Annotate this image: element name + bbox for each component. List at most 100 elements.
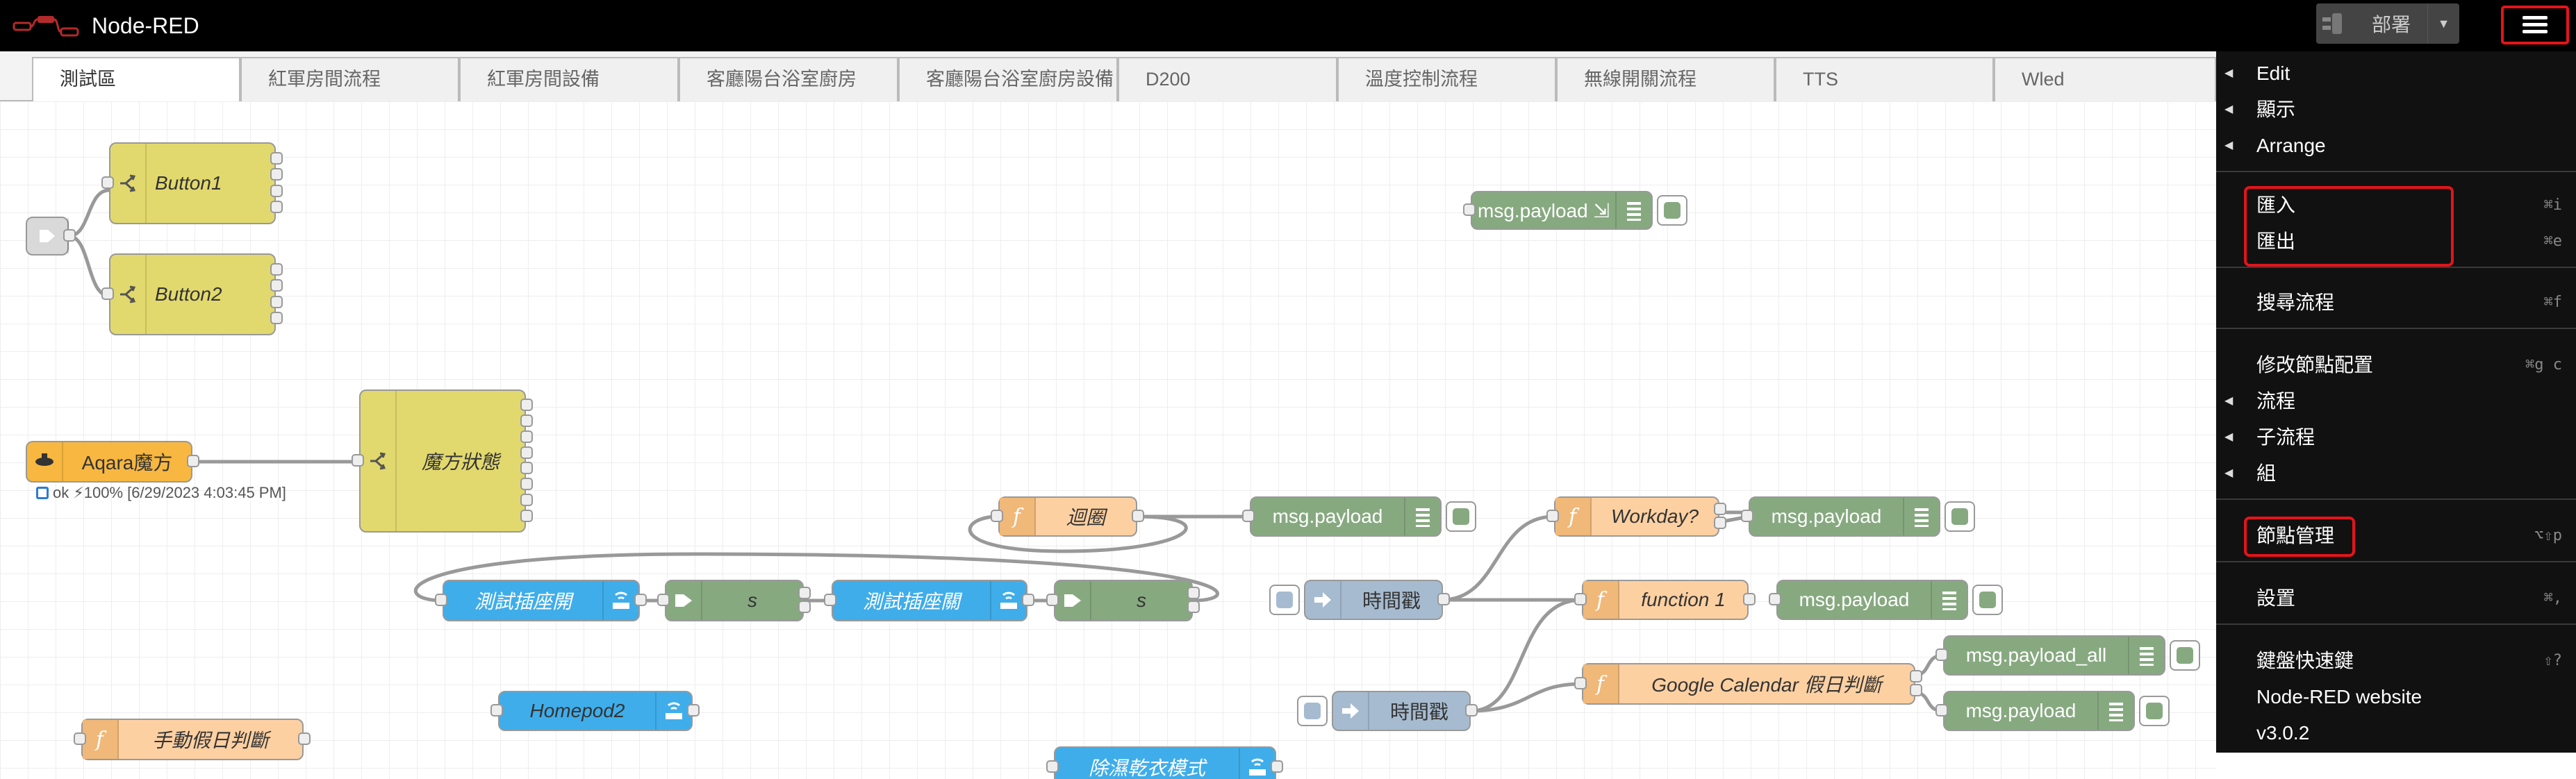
button2-switch-node[interactable]: Button2 — [109, 253, 276, 335]
s-node-1-output-port[interactable] — [798, 601, 811, 613]
msg-payload-debug-loop-input-port[interactable] — [1242, 510, 1255, 522]
manual-holiday-function-node[interactable]: f 手動假日判斷 — [81, 719, 304, 760]
function1-node[interactable]: f function 1 — [1582, 580, 1749, 620]
timestamp-inject-node-2-output-port[interactable] — [1465, 704, 1478, 717]
google-calendar-function-node-output-port[interactable] — [1910, 684, 1922, 696]
deploy-caret-icon[interactable]: ▼ — [2427, 3, 2459, 44]
wire-button-to-button2[interactable] — [68, 234, 110, 298]
msg-payload-debug-function1-input-port[interactable] — [1769, 593, 1781, 605]
menu-item-settings[interactable]: 設置 ⌘, — [2216, 580, 2576, 617]
tab-red-room-devices[interactable]: 紅軍房間設備 — [459, 57, 679, 101]
msg-payload-debug-workday[interactable]: msg.payload — [1749, 496, 1940, 537]
button2-switch-node-input-port[interactable] — [101, 287, 114, 300]
s-node-2[interactable]: s — [1054, 580, 1193, 621]
button1-switch-node-output-port[interactable] — [270, 151, 283, 165]
msg-payload-debug-workday-input-port[interactable] — [1741, 510, 1753, 522]
homepod-node[interactable]: Homepod2 — [498, 691, 693, 731]
manual-holiday-function-node-output-port[interactable] — [298, 732, 311, 745]
google-calendar-function-node-output-port[interactable] — [1910, 670, 1922, 682]
magic-state-switch-node-output-port[interactable] — [520, 494, 533, 507]
msg-payload-debug-loop[interactable]: msg.payload — [1250, 496, 1442, 537]
msg-payload-debug-calendar[interactable]: msg.payload — [1943, 691, 2135, 731]
s-node-2-input-port[interactable] — [1046, 594, 1059, 606]
homepod-node-input-port[interactable] — [490, 704, 503, 717]
tab-living-room-devices[interactable]: 客廳陽台浴室廚房設備 — [898, 57, 1118, 101]
msg-payload-debug-workday-toggle-button[interactable] — [1945, 501, 1975, 532]
tab-wled[interactable]: Wled — [1994, 57, 2216, 101]
msg-payload-debug-top[interactable]: msg.payload ⇲ — [1471, 191, 1653, 230]
test-socket-off-node-input-port[interactable] — [824, 594, 836, 606]
button1-switch-node-input-port[interactable] — [101, 176, 114, 189]
dehumid-mode-node-input-port[interactable] — [1046, 760, 1059, 773]
tab-test-area[interactable]: 測試區 — [32, 57, 240, 103]
s-node-1[interactable]: s — [665, 580, 804, 621]
timestamp-inject-node-2-trigger-button[interactable] — [1297, 696, 1328, 726]
button-source-node[interactable]: s — [26, 217, 69, 256]
timestamp-inject-node-1[interactable]: 時間戳 — [1304, 580, 1443, 620]
tab-living-room[interactable]: 客廳陽台浴室廚房 — [679, 57, 898, 101]
msg-payload-debug-calendar-toggle-button[interactable] — [2139, 696, 2170, 726]
button2-switch-node-output-port[interactable] — [270, 312, 283, 325]
magic-state-switch-node-output-port[interactable] — [520, 462, 533, 475]
homepod-node-output-port[interactable] — [687, 704, 700, 717]
workday-function-node-output-port[interactable] — [1714, 516, 1726, 529]
tab-d200[interactable]: D200 — [1118, 57, 1337, 101]
workday-function-node-input-port[interactable] — [1546, 510, 1559, 522]
s-node-1-output-port[interactable] — [798, 587, 811, 599]
test-socket-off-node-output-port[interactable] — [1022, 594, 1034, 606]
dehumid-mode-node-output-port[interactable] — [1271, 760, 1283, 773]
s-node-1-input-port[interactable] — [657, 594, 670, 606]
test-socket-on-node-input-port[interactable] — [435, 594, 447, 606]
tab-wireless-switch-flow[interactable]: 無線開關流程 — [1556, 57, 1775, 101]
loop-function-node[interactable]: f 迴圈 — [998, 496, 1137, 537]
msg-payload-all-debug-input-port[interactable] — [1935, 648, 1948, 661]
aqara-node-output-port[interactable] — [187, 455, 199, 467]
timestamp-inject-node-1-output-port[interactable] — [1437, 593, 1450, 605]
button1-switch-node-output-port[interactable] — [270, 168, 283, 181]
tab-temperature-flow[interactable]: 溫度控制流程 — [1337, 57, 1556, 101]
loop-function-node-output-port[interactable] — [1132, 510, 1144, 522]
timestamp-inject-node-2[interactable]: 時間戳 — [1332, 691, 1471, 731]
tab-red-room-flow[interactable]: 紅軍房間流程 — [240, 57, 459, 101]
tab-tts[interactable]: TTS — [1775, 57, 1994, 101]
s-node-2-output-port[interactable] — [1187, 601, 1200, 613]
msg-payload-all-debug[interactable]: msg.payload_all — [1943, 635, 2165, 676]
function1-node-output-port[interactable] — [1743, 593, 1756, 605]
msg-payload-debug-calendar-input-port[interactable] — [1935, 704, 1948, 717]
workday-function-node-output-port[interactable] — [1714, 503, 1726, 516]
google-calendar-function-node-input-port[interactable] — [1574, 677, 1587, 689]
magic-state-switch-node-output-port[interactable] — [520, 430, 533, 443]
magic-state-switch-node-output-port[interactable] — [520, 446, 533, 459]
magic-state-switch-node-output-port[interactable] — [520, 414, 533, 427]
timestamp-inject-node-1-trigger-button[interactable] — [1269, 585, 1300, 615]
magic-state-switch-node[interactable]: 魔方狀態 — [359, 390, 526, 533]
flow-canvas[interactable]: Button1 Button2 s Aqara魔方 魔方狀態 msg.payload ⇲ f… — [0, 101, 2216, 779]
button1-switch-node[interactable]: Button1 — [109, 142, 276, 224]
magic-state-switch-node-output-port[interactable] — [520, 398, 533, 411]
button1-switch-node-output-port[interactable] — [270, 184, 283, 197]
dehumid-mode-node[interactable]: 除濕乾衣模式 — [1054, 746, 1276, 779]
menu-item-arrange[interactable]: ◀ Arrange — [2216, 128, 2576, 164]
function1-node-input-port[interactable] — [1574, 593, 1587, 605]
button2-switch-node-output-port[interactable] — [270, 262, 283, 276]
test-socket-off-node[interactable]: 測試插座關 — [832, 580, 1027, 621]
msg-payload-debug-top-toggle-button[interactable] — [1657, 195, 1687, 226]
menu-item-groups[interactable]: ◀ 組 — [2216, 455, 2576, 492]
s-node-2-output-port[interactable] — [1187, 587, 1200, 599]
msg-payload-debug-function1[interactable]: msg.payload — [1776, 580, 1968, 620]
wire-button-to-button1[interactable] — [68, 188, 110, 238]
main-menu-button[interactable] — [2501, 6, 2569, 44]
msg-payload-all-debug-toggle-button[interactable] — [2170, 640, 2200, 671]
loop-function-node-input-port[interactable] — [991, 510, 1003, 522]
menu-item-search[interactable]: 搜尋流程 ⌘f — [2216, 285, 2576, 321]
test-socket-on-node[interactable]: 測試插座開 — [443, 580, 640, 621]
menu-item-edit[interactable]: ◀ Edit — [2216, 56, 2576, 92]
google-calendar-function-node[interactable]: f Google Calendar 假日判斷 — [1582, 663, 1915, 705]
msg-payload-debug-top-input-port[interactable] — [1463, 203, 1476, 216]
aqara-node[interactable]: Aqara魔方 — [26, 441, 192, 483]
deploy-button[interactable]: 部署 ▼ — [2316, 3, 2459, 44]
menu-item-config-nodes[interactable]: 修改節點配置 ⌘g c — [2216, 347, 2576, 383]
button1-switch-node-output-port[interactable] — [270, 201, 283, 214]
wire-timestamp2-to-function1[interactable] — [1470, 598, 1583, 713]
menu-item-flows[interactable]: ◀ 流程 — [2216, 383, 2576, 419]
